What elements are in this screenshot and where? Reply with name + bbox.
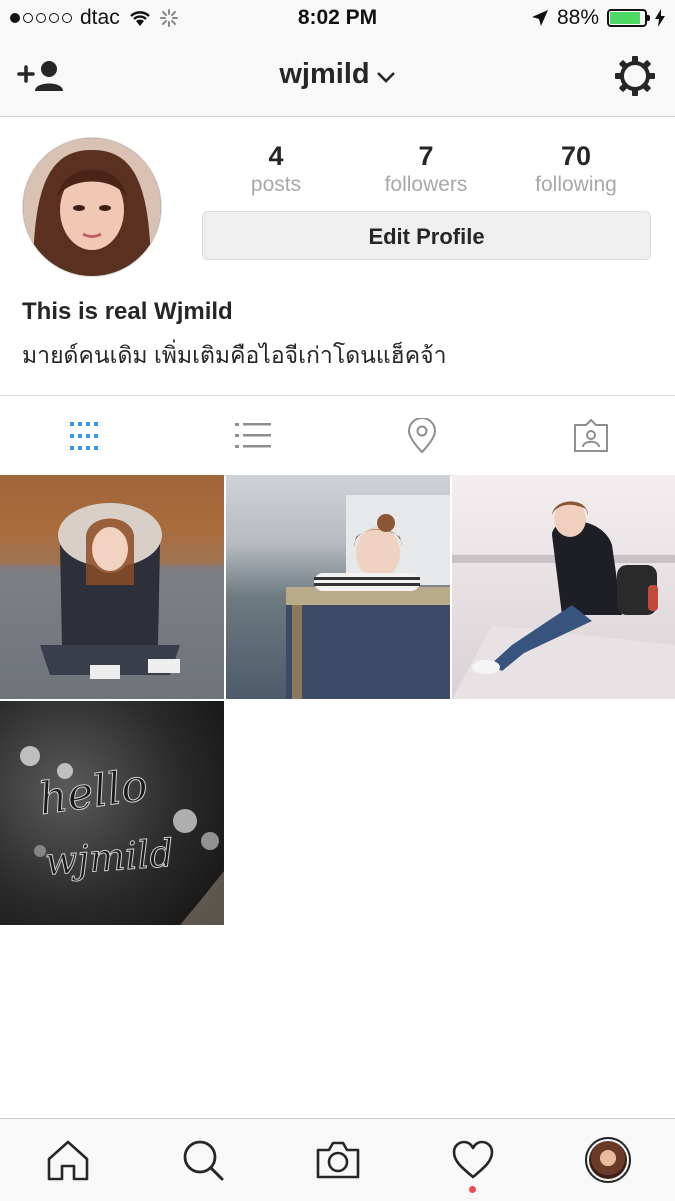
tagged-photos-icon — [574, 418, 608, 452]
svg-text:wjmild: wjmild — [43, 831, 175, 884]
heart-icon — [452, 1140, 493, 1179]
battery-percent: 88% — [556, 6, 599, 29]
profile-avatar[interactable] — [22, 137, 162, 277]
svg-text:hello: hello — [36, 760, 151, 826]
grid-view-icon — [70, 421, 98, 450]
tab-camera[interactable] — [270, 1119, 405, 1201]
tab-location[interactable] — [338, 396, 506, 475]
status-bar: dtac 8:02 PM 88% — [0, 0, 675, 36]
post-thumbnail-4[interactable]: hello wjmild — [0, 701, 224, 925]
status-right: 88% — [531, 6, 665, 30]
tab-profile[interactable] — [540, 1119, 675, 1201]
following-label: following — [535, 173, 617, 196]
list-view-icon — [235, 422, 271, 448]
settings-button[interactable] — [612, 54, 658, 98]
post-image-4: hello wjmild — [20, 746, 224, 925]
search-icon — [183, 1140, 223, 1181]
post-image-2 — [286, 495, 450, 699]
camera-icon — [316, 1141, 359, 1179]
location-arrow-icon — [531, 10, 548, 26]
bottom-tab-bar — [0, 1118, 675, 1201]
followers-count[interactable]: 7 followers — [351, 140, 501, 198]
following-value: 70 — [560, 141, 592, 171]
following-count[interactable]: 70 following — [501, 140, 651, 198]
post-thumbnail-3[interactable] — [452, 475, 675, 699]
bio-text: มายด์คนเดิม เพิ่มเติมคือไอจีเก่าโดนแฮ็คจ… — [22, 342, 447, 368]
home-icon — [47, 1140, 88, 1181]
profile-avatar-icon — [584, 1137, 631, 1183]
profile-nav-bar: wjmild — [0, 36, 675, 117]
post-thumbnail-1[interactable] — [0, 475, 224, 699]
charging-bolt-icon — [655, 9, 665, 27]
posts-label: posts — [250, 173, 302, 196]
followers-value: 7 — [418, 141, 434, 171]
tab-tagged[interactable] — [507, 396, 675, 475]
location-pin-icon — [407, 417, 437, 453]
settings-gear-icon — [615, 56, 655, 96]
followers-label: followers — [384, 173, 468, 196]
tab-grid[interactable] — [0, 396, 168, 475]
edit-profile-button[interactable]: Edit Profile — [202, 211, 651, 260]
battery-icon — [607, 9, 650, 27]
posts-count[interactable]: 4 posts — [201, 140, 351, 198]
nav-username: wjmild — [279, 58, 370, 90]
chevron-down-icon — [376, 59, 396, 92]
avatar-photo — [23, 138, 161, 276]
battery-fill — [610, 12, 640, 24]
activity-notification-dot — [469, 1186, 476, 1193]
username-switcher[interactable]: wjmild — [0, 58, 675, 92]
tab-home[interactable] — [0, 1119, 135, 1201]
post-thumbnail-2[interactable] — [226, 475, 450, 699]
tab-search[interactable] — [135, 1119, 270, 1201]
post-image-3 — [452, 501, 675, 699]
bio-name: This is real Wjmild — [22, 298, 233, 325]
posts-value: 4 — [268, 141, 284, 171]
tab-list[interactable] — [169, 396, 337, 475]
profile-view-tabs — [0, 395, 675, 476]
post-image-1 — [0, 475, 224, 679]
